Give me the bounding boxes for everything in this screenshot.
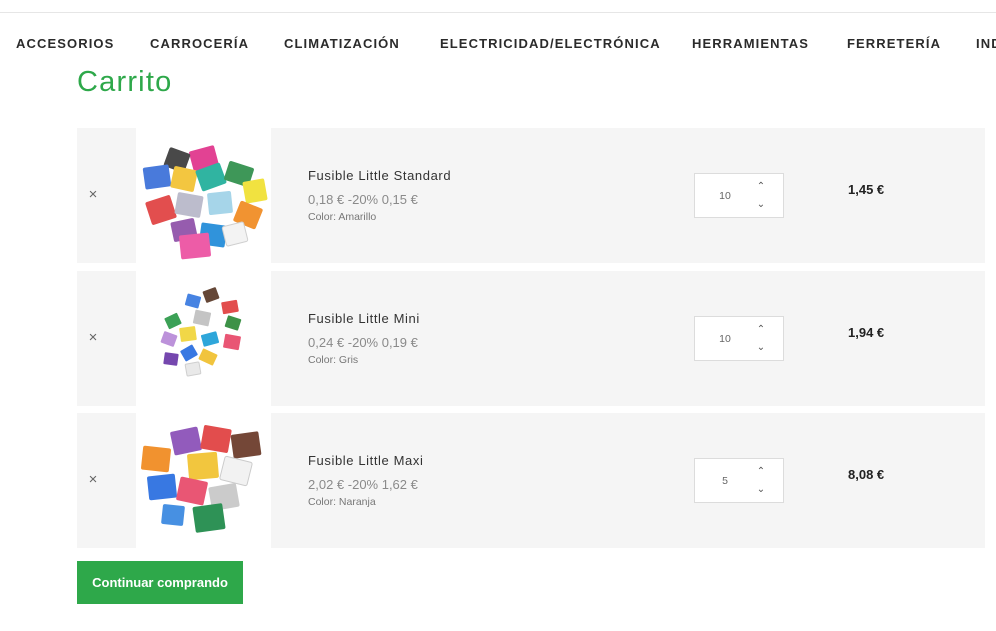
fuse-standard-image[interactable] xyxy=(136,128,271,263)
fuse-maxi-image[interactable] xyxy=(136,413,271,548)
category-nav: ACCESORIOS CARROCERÍA CLIMATIZACIÓN ELEC… xyxy=(0,36,996,54)
nav-item-ferreteria[interactable]: FERRETERÍA xyxy=(847,36,941,51)
quantity-input[interactable] xyxy=(705,330,745,348)
chevron-down-icon[interactable]: ⌄ xyxy=(754,198,768,212)
remove-item-button[interactable]: × xyxy=(85,185,101,205)
product-color: Color: Amarillo xyxy=(308,211,377,223)
nav-item-carroceria[interactable]: CARROCERÍA xyxy=(150,36,249,51)
product-color: Color: Naranja xyxy=(308,496,376,508)
nav-item-ind[interactable]: IND xyxy=(976,36,996,51)
line-total: 8,08 € xyxy=(848,467,885,482)
nav-item-herramientas[interactable]: HERRAMIENTAS xyxy=(692,36,809,51)
chevron-down-icon[interactable]: ⌄ xyxy=(754,341,768,355)
quantity-input[interactable] xyxy=(705,187,745,205)
product-price: 2,02 € -20% 1,62 € xyxy=(308,477,418,492)
quantity-stepper: ⌃ ⌄ xyxy=(694,173,784,218)
chevron-down-icon[interactable]: ⌄ xyxy=(754,483,768,497)
chevron-up-icon[interactable]: ⌃ xyxy=(754,323,768,337)
chevron-up-icon[interactable]: ⌃ xyxy=(754,465,768,479)
product-price: 0,18 € -20% 0,15 € xyxy=(308,192,418,207)
product-name[interactable]: Fusible Little Mini xyxy=(308,311,420,326)
fuse-mini-image[interactable] xyxy=(136,271,271,406)
nav-item-electricidad[interactable]: ELECTRICIDAD/ELECTRÓNICA xyxy=(440,36,661,51)
line-total: 1,94 € xyxy=(848,325,885,340)
header-divider xyxy=(0,12,996,13)
remove-item-button[interactable]: × xyxy=(85,470,101,490)
product-color: Color: Gris xyxy=(308,354,359,366)
cart-row: × Fusible Little Standard 0,18 € -20% 0,… xyxy=(77,128,985,263)
nav-item-accesorios[interactable]: ACCESORIOS xyxy=(16,36,114,51)
line-total: 1,45 € xyxy=(848,182,885,197)
product-name[interactable]: Fusible Little Maxi xyxy=(308,453,423,468)
page-title: Carrito xyxy=(77,66,173,98)
quantity-stepper: ⌃ ⌄ xyxy=(694,458,784,503)
cart-row: × Fusible Little Maxi 2,02 € -20% 1,62 €… xyxy=(77,413,985,548)
product-name[interactable]: Fusible Little Standard xyxy=(308,168,451,183)
continue-shopping-button[interactable]: Continuar comprando xyxy=(77,561,243,604)
chevron-up-icon[interactable]: ⌃ xyxy=(754,180,768,194)
product-price: 0,24 € -20% 0,19 € xyxy=(308,335,418,350)
remove-item-button[interactable]: × xyxy=(85,328,101,348)
nav-item-climatizacion[interactable]: CLIMATIZACIÓN xyxy=(284,36,400,51)
cart-row: × Fusible Little Mini 0,24 € -20% 0,19 €… xyxy=(77,271,985,406)
quantity-input[interactable] xyxy=(705,472,745,490)
quantity-stepper: ⌃ ⌄ xyxy=(694,316,784,361)
